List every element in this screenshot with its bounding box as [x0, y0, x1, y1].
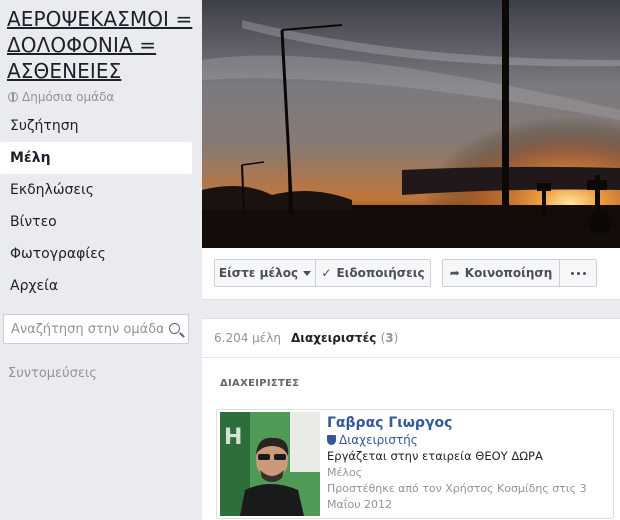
tab-admins-count: 3 [385, 331, 394, 345]
admin-name[interactable]: Γαβρας Γιωργος [327, 414, 607, 432]
sidebar-item-files[interactable]: Αρχεία [0, 270, 192, 302]
svg-text:H: H [224, 425, 242, 450]
members-panel: 6.204 μέλη Διαχειριστές (3) ΔΙΑΧΕΙΡΙΣΤΕΣ… [202, 318, 620, 520]
privacy-label: Δημόσια ομάδα [8, 90, 114, 104]
members-tabs: 6.204 μέλη Διαχειριστές (3) [202, 319, 620, 357]
tab-all-members[interactable]: 6.204 μέλη [214, 331, 281, 345]
sidebar-item-discussion[interactable]: Συζήτηση [0, 110, 192, 142]
search-icon[interactable] [169, 323, 180, 334]
privacy-text: Δημόσια ομάδα [22, 90, 115, 104]
admin-added-info: Προστέθηκε από τον Χρήστος Κοσμίδης στις… [327, 482, 587, 511]
admin-work: Εργάζεται στην εταιρεία ΘΕΟΥ ΔΩΡΑ [327, 449, 543, 463]
check-icon: ✓ [321, 266, 332, 280]
joined-button[interactable]: Είστε μέλος [214, 259, 316, 287]
admins-section-header: ΔΙΑΧΕΙΡΙΣΤΕΣ [220, 378, 300, 389]
group-title[interactable]: ΑΕΡΟΨΕΚΑΣΜΟΙ = ΔΟΛΟΦΟΝΙΑ = ΑΣΘΕΝΕΙΕΣ [7, 6, 197, 84]
joined-label: Είστε μέλος [218, 266, 299, 280]
sidebar-item-photos[interactable]: Φωτογραφίες [0, 238, 192, 270]
left-sidebar: ΑΕΡΟΨΕΚΑΣΜΟΙ = ΔΟΛΟΦΟΝΙΑ = ΑΣΘΕΝΕΙΕΣ Δημ… [0, 0, 200, 520]
tabs-divider [202, 357, 620, 358]
admin-photo[interactable]: H [220, 412, 320, 516]
cover-image [202, 0, 620, 248]
admin-info: Γαβρας Γιωργος Διαχειριστής Εργάζεται στ… [327, 414, 607, 513]
share-button[interactable]: ➦ Κοινοποίηση [442, 259, 560, 287]
avatar: H [220, 412, 320, 516]
notifications-label: Ειδοποιήσεις [336, 266, 425, 280]
tab-admins-label: Διαχειριστές [291, 331, 377, 345]
caret-down-icon [303, 271, 312, 276]
shortcuts-heading: Συντομεύσεις [8, 366, 97, 381]
sidebar-item-events[interactable]: Εκδηλώσεις [0, 174, 192, 206]
admin-card: H Γαβρας Γιωργος Διαχειριστής Εργάζεται … [216, 409, 614, 519]
group-action-bar: Είστε μέλος ✓ Ειδοποιήσεις ➦ Κοινοποίηση [202, 248, 620, 300]
admin-member-label: Μέλος [327, 466, 363, 479]
sidebar-item-videos[interactable]: Βίντεο [0, 206, 192, 238]
group-search [3, 314, 189, 344]
notifications-button[interactable]: ✓ Ειδοποιήσεις [315, 259, 431, 287]
tab-admins[interactable]: Διαχειριστές (3) [291, 331, 398, 345]
share-arrow-icon: ➦ [449, 266, 460, 280]
more-options-button[interactable] [559, 259, 597, 287]
cover-photo[interactable] [202, 0, 620, 248]
more-dots-icon [570, 271, 586, 275]
admin-role: Διαχειριστής [327, 432, 607, 448]
admin-shield-icon [327, 435, 336, 445]
group-nav: Συζήτηση Μέλη Εκδηλώσεις Βίντεο Φωτογραφ… [0, 110, 192, 302]
search-input[interactable] [11, 321, 163, 337]
admin-role-label: Διαχειριστής [339, 433, 418, 447]
share-label: Κοινοποίηση [464, 266, 553, 280]
globe-icon [8, 92, 18, 102]
sidebar-item-members[interactable]: Μέλη [0, 142, 192, 174]
